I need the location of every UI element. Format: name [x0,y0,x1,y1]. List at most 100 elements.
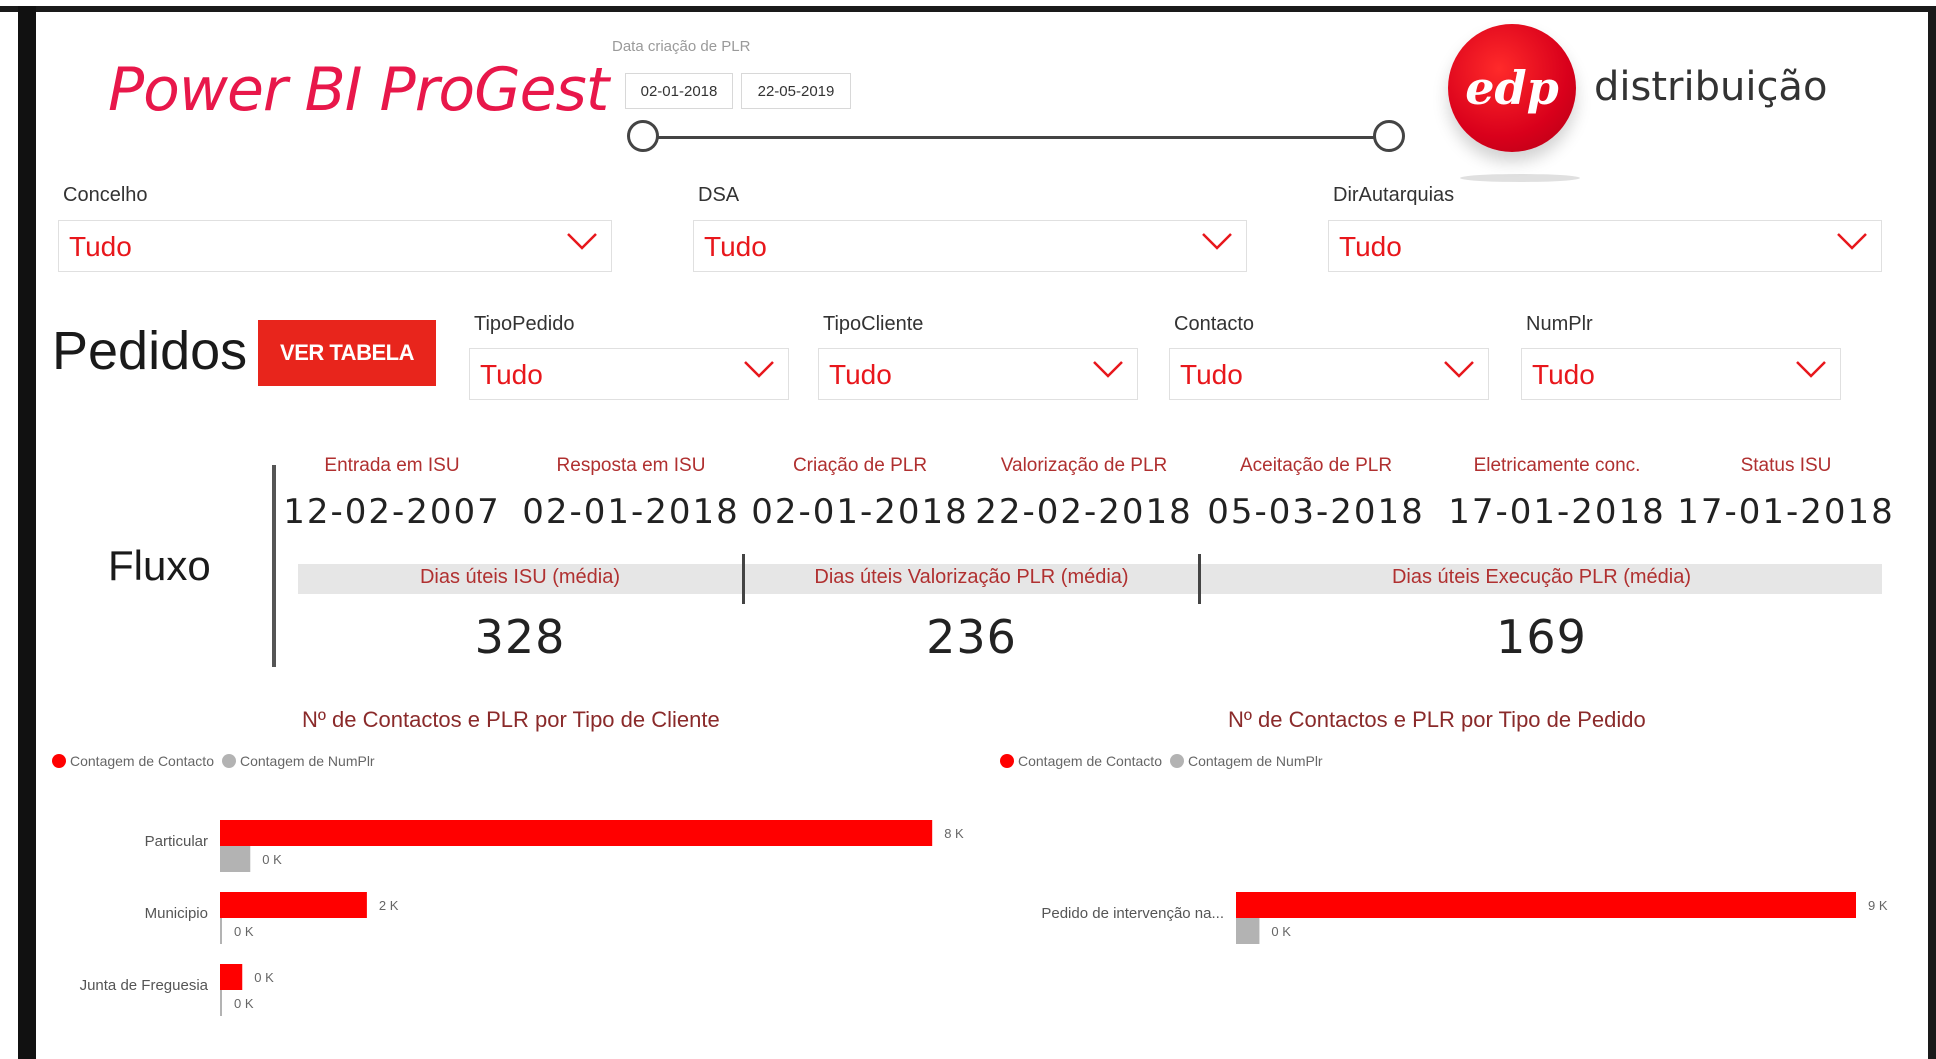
date-end-input[interactable]: 22-05-2019 [741,73,851,109]
category-label: Junta de Freguesia [80,977,209,994]
legend-swatch-contacto [1000,754,1014,768]
average-value: 328 [474,610,566,664]
stage-label: Eletricamente conc. [1473,455,1641,476]
date-slider-track[interactable] [644,136,1390,139]
data-label: 0 K [234,924,254,939]
data-label: 2 K [379,898,399,913]
average-label: Dias úteis ISU (média) [419,566,621,588]
chevron-down-icon [567,233,597,250]
chart-tipo-cliente: Particular 8 K 0 K Municipio 2 K 0 K Junta de … [80,820,964,1016]
bar-contacto [220,964,243,990]
frame-top-border [0,6,1936,12]
bar-contacto [220,820,933,846]
dropdown-value: Tudo [1180,359,1243,390]
pedidos-title: Pedidos [52,321,248,381]
bar-numplr [1236,918,1260,944]
chart-title-tipo-cliente: Nº de Contactos e PLR por Tipo de Client… [302,707,720,732]
filter-label-concelho: Concelho [63,184,148,206]
date-start-input[interactable]: 02-01-2018 [625,73,733,109]
fluxo-title: Fluxo [108,542,211,589]
chart-title-tipo-pedido: Nº de Contactos e PLR por Tipo de Pedido [1228,707,1646,732]
logo-shadow [1460,174,1580,182]
stage-date: 05-03-2018 [1207,492,1425,532]
edp-logo-text: edp [1465,61,1559,115]
ver-tabela-button[interactable]: VER TABELA [258,320,436,386]
stage-label: Resposta em ISU [556,455,706,476]
filter-label-tipopedido: TipoPedido [474,313,575,335]
chevron-down-icon [1796,361,1826,378]
date-slider-start-handle[interactable] [627,120,659,152]
chevron-down-icon [744,361,774,378]
dropdown-value: Tudo [829,359,892,390]
stage-label: Status ISU [1740,455,1832,476]
stage-date: 17-01-2018 [1448,492,1666,532]
stage-date: 17-01-2018 [1677,492,1895,532]
dropdown-value: Tudo [69,231,132,262]
legend-swatch-numplr [221,754,236,768]
average-label: Dias úteis Execução PLR (média) [1391,566,1691,588]
filter-label-numplr: NumPlr [1526,313,1593,335]
dropdown-value: Tudo [704,231,767,262]
data-label: 0 K [234,996,254,1011]
stage-date: 02-01-2018 [522,492,740,532]
bar-contacto [1236,892,1856,918]
concelho-dropdown[interactable]: Tudo [58,220,612,272]
stage-label: Valorização de PLR [1000,455,1168,476]
fluxo-divider [272,465,276,667]
filter-label-contacto: Contacto [1174,313,1255,335]
filter-label-dsa: DSA [698,184,740,206]
tipocliente-dropdown[interactable]: Tudo [818,348,1138,400]
chevron-down-icon [1202,233,1232,250]
legend-label-contacto: Contagem de Contacto [70,753,214,769]
legend-label-numplr: Contagem de NumPlr [1187,753,1323,769]
frame-right-border [1928,6,1936,1059]
average-label: Dias úteis Valorização PLR (média) [814,566,1129,588]
data-label: 8 K [944,826,964,841]
data-label: 0 K [254,970,274,985]
numplr-dropdown[interactable]: Tudo [1521,348,1841,400]
chevron-down-icon [1837,233,1867,250]
stage-date: 02-01-2018 [751,492,969,532]
dropdown-value: Tudo [1339,231,1402,262]
chart-tipo-pedido: Pedido de intervenção na... 9 K 0 K [1041,892,1888,944]
contacto-dropdown[interactable]: Tudo [1169,348,1489,400]
legend-label-numplr: Contagem de NumPlr [239,753,375,769]
edp-logo: edp [1448,24,1576,152]
filter-label-tipocliente: TipoCliente [823,313,924,335]
chevron-down-icon [1093,361,1123,378]
app-title: Power BI ProGest [108,55,609,125]
stage-label: Entrada em ISU [324,455,460,476]
average-value: 169 [1496,610,1587,664]
chart-legend-tipo-pedido: Contagem de Contacto Contagem de NumPlr [1000,753,1323,769]
stage-label: Criação de PLR [792,455,928,476]
legend-label-contacto: Contagem de Contacto [1018,753,1162,769]
frame-left-border [18,6,36,1059]
legend-swatch-numplr [1169,754,1184,768]
category-label: Pedido de intervenção na... [1041,905,1224,922]
bar-numplr [220,846,251,872]
average-value: 236 [926,610,1017,664]
data-label: 0 K [262,852,282,867]
stage-date: 12-02-2007 [283,492,501,532]
dsa-dropdown[interactable]: Tudo [693,220,1247,272]
bar-numplr [220,918,222,944]
stage-label: Aceitação de PLR [1239,455,1393,476]
bar-numplr [220,990,222,1016]
bar-contacto [220,892,367,918]
tipopedido-dropdown[interactable]: Tudo [469,348,789,400]
date-slider-end-handle[interactable] [1373,120,1405,152]
category-label: Municipio [145,905,208,922]
dropdown-value: Tudo [480,359,543,390]
chart-legend-tipo-cliente: Contagem de Contacto Contagem de NumPlr [52,753,375,769]
date-filter-label: Data criação de PLR [612,38,751,55]
dirautarquias-dropdown[interactable]: Tudo [1328,220,1882,272]
data-label: 9 K [1868,898,1888,913]
filter-label-dirautarquias: DirAutarquias [1333,184,1455,206]
dropdown-value: Tudo [1532,359,1595,390]
brand-name: distribuição [1594,64,1828,110]
data-label: 0 K [1271,924,1291,939]
chevron-down-icon [1444,361,1474,378]
stage-date: 22-02-2018 [975,492,1193,532]
legend-swatch-contacto [52,754,66,768]
category-label: Particular [145,833,208,850]
